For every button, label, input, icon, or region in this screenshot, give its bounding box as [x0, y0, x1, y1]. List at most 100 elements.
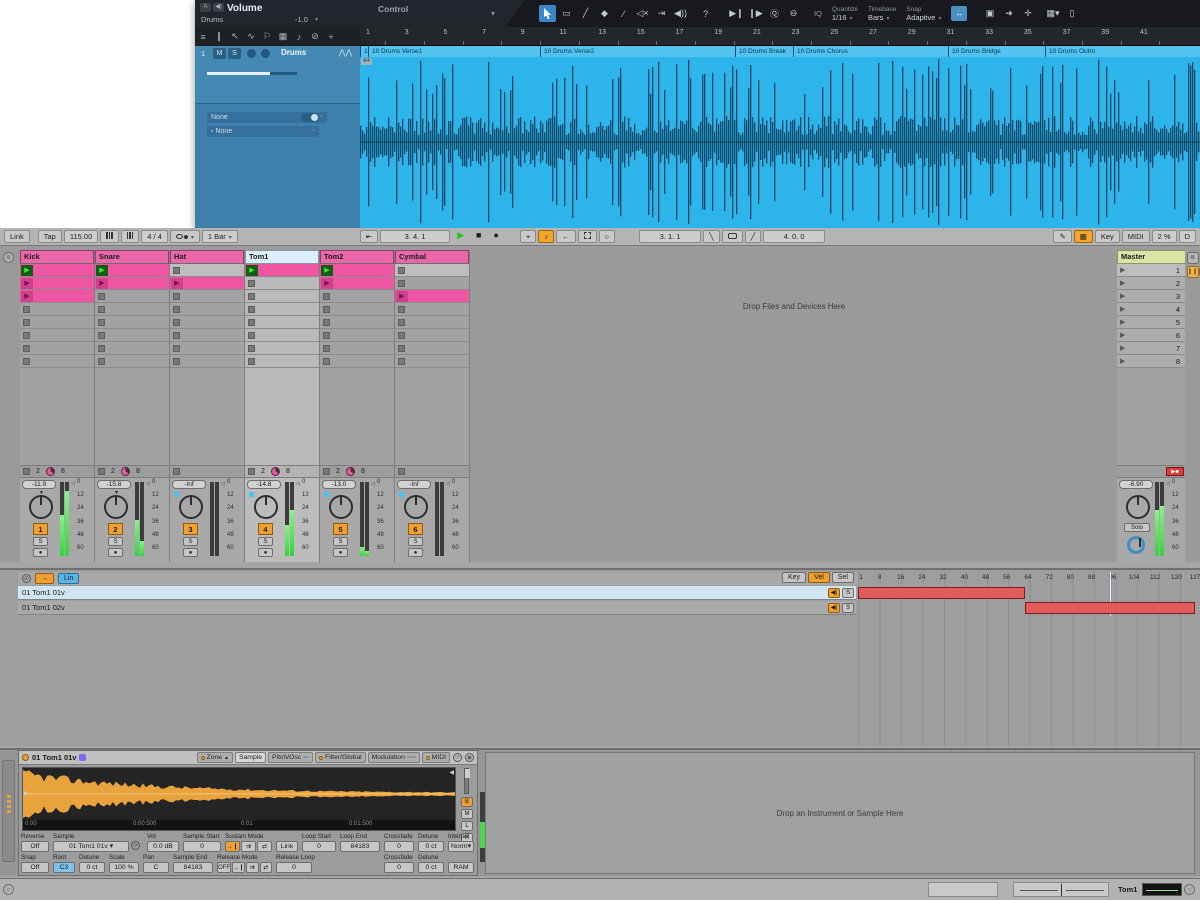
- track-activator-button[interactable]: 5: [333, 523, 348, 535]
- sample-end-marker-icon[interactable]: ◀: [449, 769, 454, 776]
- scene-play-icon[interactable]: ▶: [1120, 305, 1125, 313]
- param-value[interactable]: Off: [21, 841, 49, 852]
- param-value[interactable]: 0.0 dB: [147, 841, 179, 852]
- save-preset-icon[interactable]: ▣: [465, 753, 474, 762]
- mode-button[interactable]: →❙: [225, 841, 240, 852]
- sampler-tab-filterglobal[interactable]: Filter/Global: [315, 752, 366, 763]
- clip-stop-icon[interactable]: [98, 345, 105, 352]
- sampler-tab-sample[interactable]: Sample: [235, 752, 266, 763]
- clip-stop-icon[interactable]: [173, 319, 180, 326]
- master-pan-knob[interactable]: [1126, 495, 1150, 519]
- grid-icon[interactable]: ▦: [275, 31, 291, 42]
- drums-track-header[interactable]: 1 M S Drums ⋀⋀: [195, 46, 360, 104]
- clip-slot[interactable]: ▶: [395, 290, 469, 303]
- track-title-kick[interactable]: Kick: [20, 250, 94, 264]
- param-value[interactable]: 0: [276, 862, 312, 873]
- volume-readout[interactable]: -11.9: [22, 480, 56, 489]
- quantize-icon[interactable]: Ⓠ: [766, 5, 783, 22]
- timeline-ruler[interactable]: 1357911131517192123252729313335373941: [360, 27, 1200, 46]
- clip-stop-icon[interactable]: [323, 319, 330, 326]
- clip-stop-icon[interactable]: [248, 345, 255, 352]
- clip-stop-icon[interactable]: [398, 358, 405, 365]
- record-button[interactable]: ●: [488, 230, 503, 243]
- arrangement-clip[interactable]: 10 Drums Break: [735, 46, 793, 57]
- clip-slot[interactable]: [320, 303, 394, 316]
- scene-slot-7[interactable]: ▶7: [1117, 342, 1186, 355]
- param-value[interactable]: Link: [276, 841, 298, 852]
- clip-stop-icon[interactable]: [398, 345, 405, 352]
- track-stop-button[interactable]: [323, 468, 330, 475]
- metronome-button[interactable]: ▾: [170, 230, 200, 243]
- clip-stop-icon[interactable]: [398, 280, 405, 287]
- track-name[interactable]: Drums: [281, 48, 306, 57]
- cursor-line-icon[interactable]: ❙: [211, 31, 227, 42]
- clip-play-icon[interactable]: ▶: [321, 278, 333, 289]
- sample-waveform-display[interactable]: ◀ ▶ 0:000:00:5000:010:01:500: [22, 767, 456, 831]
- clip-slot[interactable]: [245, 329, 319, 342]
- track-stop-button[interactable]: [173, 468, 180, 475]
- nudge-up-button[interactable]: [121, 230, 140, 243]
- arrow-right-icon[interactable]: ➜: [1000, 5, 1017, 22]
- clip-slot[interactable]: [170, 316, 244, 329]
- track-stop-button[interactable]: [98, 468, 105, 475]
- sel-zone-tab[interactable]: Sel: [832, 572, 854, 583]
- clip-stop-icon[interactable]: [248, 358, 255, 365]
- master-solo-button[interactable]: Solo: [1124, 523, 1150, 532]
- volume-readout[interactable]: -15.8: [97, 480, 131, 489]
- lin-button[interactable]: Lin: [58, 573, 79, 584]
- speaker-icon[interactable]: ◀): [213, 3, 224, 12]
- scene-slot-1[interactable]: ▶1: [1117, 264, 1186, 277]
- show-overview-toggle-icon[interactable]: ○: [1184, 884, 1195, 895]
- arrangement-clip[interactable]: 10 Drums Outro: [1045, 46, 1200, 57]
- mute-button[interactable]: M: [213, 48, 226, 59]
- scene-slot-3[interactable]: ▶3: [1117, 290, 1186, 303]
- track-title-snare[interactable]: Snare: [95, 250, 169, 264]
- param-value[interactable]: 0 ct: [418, 841, 444, 852]
- clip-slot[interactable]: ▶: [95, 277, 169, 290]
- vertical-zoom-slider[interactable]: [464, 768, 469, 794]
- clip-play-icon[interactable]: ▶: [21, 265, 33, 276]
- follow-button[interactable]: ⇤: [360, 230, 378, 243]
- clip-slot[interactable]: [395, 303, 469, 316]
- zone-fade-button[interactable]: →: [35, 573, 54, 584]
- auto-select-icon[interactable]: ⊘: [22, 574, 31, 583]
- track-stop-button[interactable]: [248, 468, 255, 475]
- stop-button[interactable]: ■: [471, 230, 486, 243]
- pan-knob[interactable]: [29, 495, 53, 519]
- solo-button[interactable]: S: [228, 48, 241, 59]
- clip-slot[interactable]: ▶: [20, 290, 94, 303]
- overdub-button[interactable]: +: [520, 230, 536, 243]
- track-activator-button[interactable]: 6: [408, 523, 423, 535]
- arrangement-clip[interactable]: 10 Drums Verse1: [368, 46, 540, 57]
- clip-slot[interactable]: [170, 342, 244, 355]
- preview-speaker-icon[interactable]: ◀): [828, 603, 840, 613]
- clip-slot[interactable]: [245, 303, 319, 316]
- scene-play-icon[interactable]: ▶: [1120, 292, 1125, 300]
- flag-icon[interactable]: ⚐: [259, 31, 275, 42]
- param-value[interactable]: 0: [384, 862, 414, 873]
- waveform-view-button-b[interactable]: B: [461, 797, 473, 807]
- clip-stop-icon[interactable]: [23, 332, 30, 339]
- quantization-menu[interactable]: 1 Bar▾: [202, 230, 238, 243]
- clip-slot[interactable]: [320, 355, 394, 368]
- grid-view-icon[interactable]: ▦▾: [1044, 5, 1061, 22]
- clip-stop-icon[interactable]: [398, 306, 405, 313]
- help-icon[interactable]: ?: [697, 5, 714, 22]
- arm-button[interactable]: ●: [408, 548, 423, 557]
- quantize-value[interactable]: 1/16▾: [832, 13, 858, 22]
- track-title-hat[interactable]: Hat: [170, 250, 244, 264]
- quantize-dropdown[interactable]: Quantize 1/16▾: [832, 6, 858, 22]
- scene-slot-5[interactable]: ▶5: [1117, 316, 1186, 329]
- clip-slot[interactable]: [20, 329, 94, 342]
- track-title-tom1[interactable]: Tom1: [245, 250, 319, 264]
- key-zone-tab[interactable]: Key: [782, 572, 806, 583]
- sampler-tab-pitchosc[interactable]: Pitch/Osc==: [268, 752, 313, 763]
- clip-slot[interactable]: ▶: [20, 264, 94, 277]
- clip-slot[interactable]: [245, 290, 319, 303]
- clip-slot[interactable]: [20, 355, 94, 368]
- solo-button[interactable]: S: [258, 537, 273, 546]
- timebase-dropdown[interactable]: Timebase Bars▾: [868, 6, 896, 22]
- clip-play-icon[interactable]: ▶: [321, 265, 333, 276]
- clip-stop-icon[interactable]: [398, 332, 405, 339]
- mode-button[interactable]: ⇉: [246, 862, 258, 873]
